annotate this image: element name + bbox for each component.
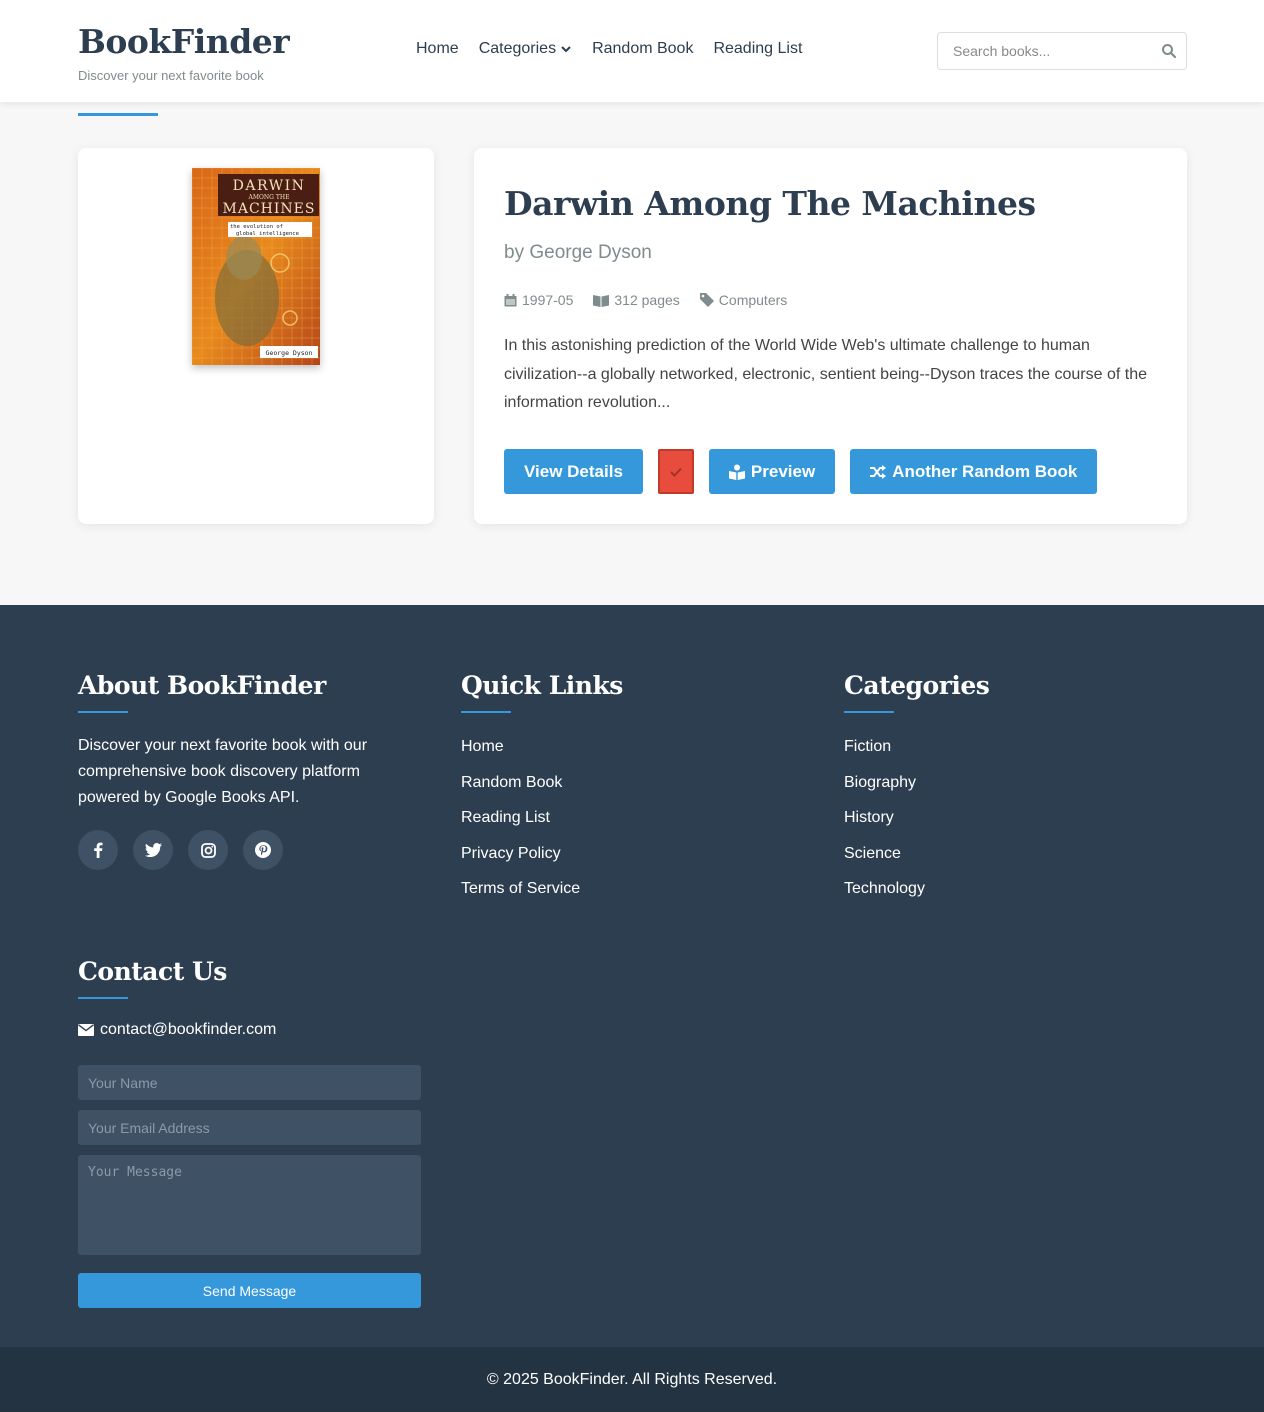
shuffle-icon <box>870 464 887 479</box>
categories-heading: Categories <box>844 671 990 700</box>
facebook-icon[interactable] <box>78 830 118 870</box>
cover-subtitle-line1: the evolution of <box>230 224 283 230</box>
pinterest-icon[interactable] <box>243 830 283 870</box>
book-author: by George Dyson <box>504 242 652 263</box>
cover-title-line1: DARWIN <box>233 178 306 194</box>
publish-date-value: 1997-05 <box>522 292 574 308</box>
categories-underline <box>844 711 894 713</box>
cover-title-line3: MACHINES <box>223 201 316 217</box>
page-count: 312 pages <box>593 292 680 308</box>
search-icon[interactable] <box>1160 42 1178 60</box>
book-info-card: Darwin Among The Machines by George Dyso… <box>474 148 1187 524</box>
cover-title-line2: AMONG THE <box>248 194 290 201</box>
another-random-book-button[interactable]: Another Random Book <box>850 449 1098 494</box>
page-count-value: 312 pages <box>614 292 680 308</box>
nav-categories[interactable]: Categories <box>479 40 572 58</box>
category-link-history[interactable]: History <box>844 808 925 844</box>
contact-email-value: contact@bookfinder.com <box>100 1021 277 1038</box>
chevron-down-icon <box>561 46 571 53</box>
quick-links-underline <box>461 711 511 713</box>
book-actions: View Details Preview Another Random Book <box>504 449 1098 494</box>
check-icon <box>670 467 682 477</box>
reading-list-toggle[interactable] <box>657 449 694 494</box>
nav-home-label: Home <box>416 40 459 57</box>
book-description: In this astonishing prediction of the Wo… <box>504 337 1147 411</box>
nav-random-book[interactable]: Random Book <box>592 40 693 58</box>
preview-button-label: Preview <box>750 461 816 481</box>
book-cover-image[interactable]: DARWIN AMONG THE MACHINES the evolution … <box>192 168 320 365</box>
open-book-icon <box>593 294 610 307</box>
preview-button[interactable]: Preview <box>708 449 836 494</box>
quick-link-home[interactable]: Home <box>461 737 580 773</box>
quick-link-privacy-policy[interactable]: Privacy Policy <box>461 844 580 880</box>
quick-link-random-book[interactable]: Random Book <box>461 773 580 809</box>
book-cover-card: DARWIN AMONG THE MACHINES the evolution … <box>78 148 434 524</box>
about-heading-underline <box>78 711 128 713</box>
categories-list: Fiction Biography History Science Techno… <box>844 737 925 915</box>
cover-author: George Dyson <box>266 349 313 357</box>
nav-random-book-label: Random Book <box>592 40 694 57</box>
instagram-icon[interactable] <box>188 830 228 870</box>
category-link-science[interactable]: Science <box>844 844 925 880</box>
contact-heading-underline <box>78 997 128 999</box>
book-title: Darwin Among The Machines <box>504 184 1036 223</box>
book-category-value: Computers <box>718 292 788 308</box>
search-box <box>937 32 1187 70</box>
calendar-icon <box>504 293 517 306</box>
another-random-book-label: Another Random Book <box>892 461 1078 481</box>
category-link-fiction[interactable]: Fiction <box>844 737 925 773</box>
publish-date: 1997-05 <box>504 292 573 308</box>
send-message-button[interactable]: Send Message <box>78 1273 421 1308</box>
view-details-button[interactable]: View Details <box>504 449 643 494</box>
site-footer: About BookFinder Discover your next favo… <box>0 605 1264 1347</box>
quick-link-reading-list[interactable]: Reading List <box>461 808 580 844</box>
quick-links-list: Home Random Book Reading List Privacy Po… <box>461 737 580 915</box>
nav-reading-list[interactable]: Reading List <box>713 40 802 58</box>
tag-icon <box>699 293 714 307</box>
contact-email-input[interactable] <box>78 1110 421 1145</box>
book-meta: 1997-05 312 pages Computers <box>504 292 787 308</box>
copyright-text: © 2025 BookFinder. All Rights Reserved. <box>486 1370 778 1388</box>
site-tagline: Discover your next favorite book <box>78 68 264 83</box>
quick-links-heading: Quick Links <box>461 671 623 700</box>
social-links <box>78 830 283 870</box>
category-link-technology[interactable]: Technology <box>844 879 925 915</box>
main-nav: Home Categories Random Book Reading List <box>416 40 802 58</box>
twitter-icon[interactable] <box>133 830 173 870</box>
contact-name-input[interactable] <box>78 1065 421 1100</box>
about-heading: About BookFinder <box>78 671 326 700</box>
copyright-bar: © 2025 BookFinder. All Rights Reserved. <box>0 1347 1264 1412</box>
site-header: BookFinder Discover your next favorite b… <box>0 0 1264 102</box>
book-category: Computers <box>699 292 788 308</box>
nav-reading-list-label: Reading List <box>713 40 803 57</box>
cover-subtitle-line2: global intelligence <box>236 231 299 237</box>
book-reader-icon <box>728 464 745 480</box>
quick-link-terms-of-service[interactable]: Terms of Service <box>461 879 580 915</box>
search-input[interactable] <box>938 33 1148 69</box>
nav-categories-label: Categories <box>478 40 557 57</box>
category-link-biography[interactable]: Biography <box>844 773 925 809</box>
contact-heading: Contact Us <box>78 957 227 986</box>
contact-email[interactable]: contact@bookfinder.com <box>78 1021 276 1039</box>
site-logo[interactable]: BookFinder <box>78 22 290 61</box>
nav-home[interactable]: Home <box>416 40 459 58</box>
contact-message-input[interactable] <box>78 1155 421 1255</box>
section-accent-bar <box>78 113 158 116</box>
about-text: Discover your next favorite book with ou… <box>78 737 368 806</box>
envelope-icon <box>78 1024 94 1036</box>
